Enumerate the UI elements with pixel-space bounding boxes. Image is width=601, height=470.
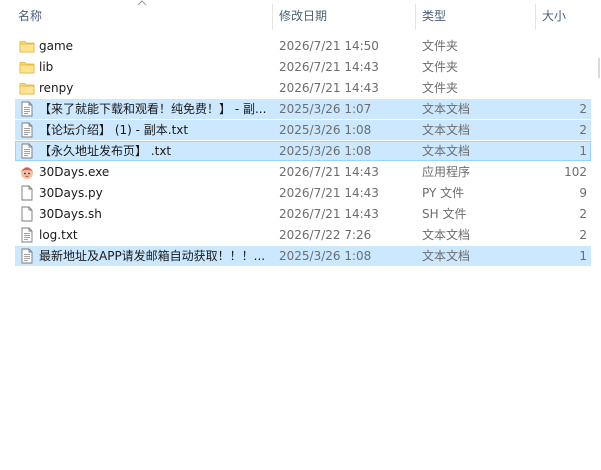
file-size xyxy=(535,57,587,77)
file-type: 文本文档 xyxy=(422,102,471,116)
file-date-modified: 2025/3/26 1:07 xyxy=(279,102,372,116)
file-size: 2 xyxy=(579,123,587,137)
file-size: 2 xyxy=(579,102,587,116)
column-divider[interactable] xyxy=(272,4,273,30)
file-type: PY 文件 xyxy=(422,186,465,200)
file-size: 2 xyxy=(579,228,587,242)
column-divider[interactable] xyxy=(535,4,536,30)
file-size: 9 xyxy=(579,186,587,200)
file-type: 文件夹 xyxy=(422,60,459,74)
file-row[interactable]: renpy 2026/7/21 14:43 文件夹 xyxy=(15,78,591,98)
file-name: log.txt xyxy=(39,228,78,242)
folder-icon xyxy=(19,80,35,96)
file-name: 【来了就能下载和观看！纯免费！】 - 副... xyxy=(39,102,267,116)
file-size xyxy=(535,36,587,56)
scrollbar-track[interactable] xyxy=(597,58,601,78)
file-size: 1 xyxy=(579,249,587,263)
file-date-modified: 2026/7/21 14:43 xyxy=(279,165,379,179)
file-type: 文本文档 xyxy=(422,123,471,137)
folder-icon xyxy=(19,59,35,75)
file-row[interactable]: 【永久地址发布页】 .txt 2025/3/26 1:08 文本文档 1 xyxy=(15,141,591,161)
file-date-modified: 2025/3/26 1:08 xyxy=(279,249,372,263)
file-name: lib xyxy=(39,60,54,74)
file-size: 2 xyxy=(579,207,587,221)
sort-ascending-icon xyxy=(137,0,147,6)
column-header-name[interactable]: 名称 xyxy=(18,0,42,32)
file-date-modified: 2026/7/21 14:50 xyxy=(279,39,379,53)
file-name: game xyxy=(39,39,74,53)
file-name: 【论坛介绍】 (1) - 副本.txt xyxy=(39,123,189,137)
text-file-icon xyxy=(19,122,35,138)
column-header-bar: 名称 修改日期 类型 大小 xyxy=(0,0,601,32)
file-date-modified: 2026/7/21 14:43 xyxy=(279,81,379,95)
text-file-icon xyxy=(19,227,35,243)
file-row[interactable]: game 2026/7/21 14:50 文件夹 xyxy=(15,36,591,56)
blank-file-icon xyxy=(19,185,35,201)
file-size: 102 xyxy=(564,165,587,179)
file-name: 30Days.exe xyxy=(39,165,110,179)
folder-icon xyxy=(19,38,35,54)
file-date-modified: 2026/7/21 14:43 xyxy=(279,207,379,221)
column-header-type[interactable]: 类型 xyxy=(422,0,446,32)
file-name: 30Days.py xyxy=(39,186,103,200)
text-file-icon xyxy=(19,248,35,264)
file-row[interactable]: 30Days.sh 2026/7/21 14:43 SH 文件 2 xyxy=(15,204,591,224)
file-type: 文本文档 xyxy=(422,144,471,158)
text-file-icon xyxy=(19,101,35,117)
file-row[interactable]: 30Days.exe 2026/7/21 14:43 应用程序 102 xyxy=(15,162,591,182)
blank-file-icon xyxy=(19,206,35,222)
column-header-size[interactable]: 大小 xyxy=(542,0,566,32)
file-name: 【永久地址发布页】 .txt xyxy=(39,144,172,158)
file-row[interactable]: 【来了就能下载和观看！纯免费！】 - 副... 2025/3/26 1:07 文本文… xyxy=(15,99,591,119)
file-row[interactable]: log.txt 2026/7/22 7:26 文本文档 2 xyxy=(15,225,591,245)
file-size xyxy=(535,78,587,98)
file-row[interactable]: 30Days.py 2026/7/21 14:43 PY 文件 9 xyxy=(15,183,591,203)
file-row[interactable]: 最新地址及APP请发邮箱自动获取！！！... 2025/3/26 1:08 文本文档… xyxy=(15,246,591,266)
file-type: 文件夹 xyxy=(422,81,459,95)
file-row[interactable]: lib 2026/7/21 14:43 文件夹 xyxy=(15,57,591,77)
app-icon xyxy=(19,164,35,180)
file-type: 文本文档 xyxy=(422,249,471,263)
column-divider[interactable] xyxy=(415,4,416,30)
text-file-icon xyxy=(19,143,35,159)
file-type: SH 文件 xyxy=(422,207,467,221)
file-type: 文本文档 xyxy=(422,228,471,242)
file-date-modified: 2026/7/21 14:43 xyxy=(279,186,379,200)
file-date-modified: 2026/7/22 7:26 xyxy=(279,228,372,242)
file-size: 1 xyxy=(579,144,587,158)
file-type: 应用程序 xyxy=(422,165,471,179)
column-header-date-modified[interactable]: 修改日期 xyxy=(279,0,327,32)
file-name: 30Days.sh xyxy=(39,207,102,221)
file-type: 文件夹 xyxy=(422,39,459,53)
file-date-modified: 2026/7/21 14:43 xyxy=(279,60,379,74)
file-date-modified: 2025/3/26 1:08 xyxy=(279,123,372,137)
file-name: renpy xyxy=(39,81,74,95)
file-row[interactable]: 【论坛介绍】 (1) - 副本.txt 2025/3/26 1:08 文本文档 2 xyxy=(15,120,591,140)
file-date-modified: 2025/3/26 1:08 xyxy=(279,144,372,158)
file-name: 最新地址及APP请发邮箱自动获取！！！... xyxy=(39,249,266,263)
